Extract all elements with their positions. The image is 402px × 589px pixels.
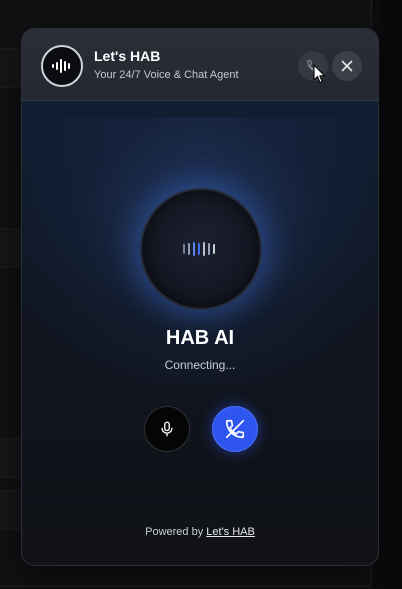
agent-name: HAB AI <box>165 327 235 349</box>
background-rail <box>380 0 402 589</box>
mouse-cursor-icon <box>313 64 326 84</box>
close-button[interactable] <box>332 51 362 81</box>
connection-status: Connecting... <box>164 358 236 372</box>
microphone-icon <box>161 421 173 437</box>
widget-subtitle: Your 24/7 Voice & Chat Agent <box>94 69 239 81</box>
end-call-button[interactable] <box>212 406 258 452</box>
widget-title: Let's HAB <box>94 48 161 64</box>
voice-agent-widget: Let's HAB Your 24/7 Voice & Chat Agent H… <box>21 28 379 566</box>
powered-by-link[interactable]: Let's HAB <box>206 526 255 538</box>
close-icon <box>341 60 353 72</box>
voice-orb <box>140 188 262 310</box>
waveform-icon <box>41 45 83 87</box>
microphone-button[interactable] <box>144 406 190 452</box>
phone-off-icon <box>225 419 245 439</box>
powered-by: Powered by Let's HAB <box>22 526 378 538</box>
powered-by-label: Powered by <box>145 526 204 538</box>
waveform-icon <box>183 242 215 256</box>
